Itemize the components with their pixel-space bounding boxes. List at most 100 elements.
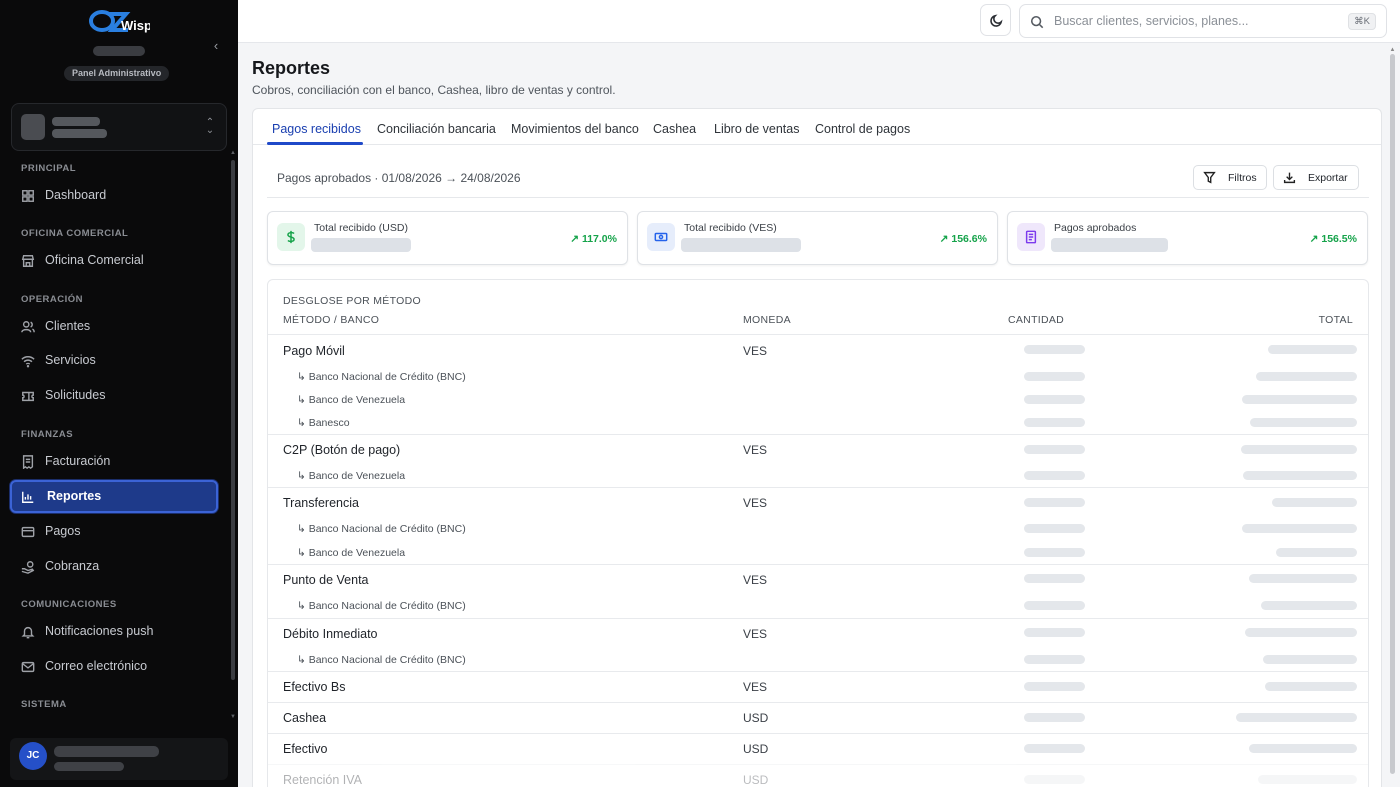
user-email-placeholder (54, 762, 124, 771)
bank-name: ↳ Banco Nacional de Crédito (BNC) (297, 523, 466, 535)
table-row[interactable]: Débito Inmediato VES ↳ Banco Nacional de… (268, 618, 1368, 671)
active-tab-indicator (267, 142, 363, 145)
sidebar-item-servicios[interactable]: Servicios (10, 344, 218, 377)
quantity-placeholder (1024, 682, 1085, 691)
collapse-sidebar-chevron-icon[interactable]: ‹ (208, 38, 224, 54)
grid-icon (21, 189, 35, 203)
brand-logo[interactable]: Wisp (88, 8, 150, 38)
bank-name: ↳ Banesco (297, 417, 350, 429)
quantity-placeholder (1024, 345, 1085, 354)
table-caption: DESGLOSE POR MÉTODO (283, 295, 421, 307)
main-scrollbar[interactable]: ▲ (1389, 47, 1396, 787)
sidebar-item-label: Solicitudes (45, 388, 106, 402)
search-input[interactable] (1054, 12, 1344, 30)
total-placeholder (1242, 524, 1357, 533)
quantity-placeholder (1024, 574, 1085, 583)
user-menu[interactable]: JC (10, 738, 228, 780)
quantity-placeholder (1024, 372, 1085, 381)
stat-label: Total recibido (VES) (684, 222, 777, 234)
stat-card-pagos-aprobados: Pagos aprobados ↗ 156.5% (1007, 211, 1368, 265)
keyboard-shortcut-badge: ⌘K (1348, 13, 1376, 30)
section-title-oficina-comercial: OFICINA COMERCIAL (21, 228, 129, 239)
table-row[interactable]: Punto de Venta VES ↳ Banco Nacional de C… (268, 564, 1368, 618)
stat-value-placeholder (1051, 238, 1168, 252)
table-row[interactable]: Efectivo Bs VES (268, 671, 1368, 702)
table-row[interactable]: Pago Móvil VES ↳ Banco Nacional de Crédi… (268, 334, 1368, 434)
stat-label: Pagos aprobados (1054, 222, 1137, 234)
sidebar-item-label: Cobranza (45, 559, 100, 573)
bank-name: ↳ Banco de Venezuela (297, 547, 406, 559)
bar-chart-icon (21, 490, 35, 504)
sidebar-item-label: Servicios (45, 353, 96, 367)
total-placeholder (1263, 655, 1357, 664)
quantity-placeholder (1024, 445, 1085, 454)
search-icon (1030, 15, 1044, 29)
ticket-icon (21, 389, 35, 403)
sidebar-item-notificaciones-push[interactable]: Notificaciones push (10, 615, 218, 648)
sidebar-item-clientes[interactable]: Clientes (10, 310, 218, 343)
stat-value-placeholder (311, 238, 411, 252)
tab-conciliacion-bancaria[interactable]: Conciliación bancaria (377, 122, 496, 136)
moon-icon (990, 14, 1003, 27)
sidebar-item-oficina-comercial[interactable]: Oficina Comercial (10, 244, 218, 277)
total-placeholder (1272, 498, 1357, 507)
users-icon (21, 320, 35, 334)
tab-pagos-recibidos[interactable]: Pagos recibidos (272, 122, 361, 136)
section-title-operacion: OPERACIÓN (21, 294, 84, 305)
brand-subtitle-placeholder (93, 46, 145, 56)
sidebar-item-label: Dashboard (45, 188, 107, 202)
column-header-currency: MONEDA (743, 314, 791, 326)
table-row[interactable]: C2P (Botón de pago) VES ↳ Banco de Venez… (268, 434, 1368, 487)
sidebar-scrollbar[interactable]: ▲ ▼ (230, 150, 236, 720)
currency: VES (743, 344, 768, 358)
table-row[interactable]: Retención IVA USD (268, 764, 1368, 787)
total-placeholder (1245, 628, 1357, 637)
tab-cashea[interactable]: Cashea (653, 122, 696, 136)
tab-libro-de-ventas[interactable]: Libro de ventas (714, 122, 799, 136)
table-row[interactable]: Efectivo USD (268, 733, 1368, 764)
credit-card-icon (21, 525, 35, 539)
currency: VES (743, 627, 768, 641)
table-row[interactable]: Cashea USD (268, 702, 1368, 733)
quantity-placeholder (1024, 498, 1085, 507)
stat-card-ves: Total recibido (VES) ↗ 156.6% (637, 211, 998, 265)
search-box[interactable]: ⌘K (1019, 4, 1387, 38)
avatar: JC (19, 742, 47, 770)
store-icon (21, 254, 35, 268)
total-placeholder (1276, 548, 1357, 557)
sidebar-item-dashboard[interactable]: Dashboard (10, 179, 218, 212)
filters-button-label: Filtros (1228, 172, 1257, 184)
tab-control-de-pagos[interactable]: Control de pagos (815, 122, 910, 136)
theme-toggle-button[interactable] (980, 4, 1011, 36)
sidebar-item-facturacion[interactable]: Facturación (10, 445, 218, 478)
page-subtitle: Cobros, conciliación con el banco, Cashe… (252, 83, 616, 97)
sidebar-item-label: Reportes (47, 489, 102, 503)
quantity-placeholder (1024, 418, 1085, 427)
currency: USD (743, 742, 769, 756)
sidebar-item-label: Facturación (45, 454, 111, 468)
sidebar-item-solicitudes[interactable]: Solicitudes (10, 379, 218, 412)
total-placeholder (1250, 418, 1357, 427)
hand-coins-icon (21, 560, 35, 574)
trend-up-badge: ↗ 117.0% (570, 233, 617, 245)
method-name: Pago Móvil (283, 344, 345, 358)
currency: VES (743, 680, 768, 694)
sidebar-item-cobranza[interactable]: Cobranza (10, 550, 218, 583)
total-placeholder (1249, 744, 1357, 753)
method-name: C2P (Botón de pago) (283, 443, 401, 457)
export-button[interactable]: Exportar (1273, 165, 1359, 190)
sidebar-item-correo-electronico[interactable]: Correo electrónico (10, 650, 218, 683)
sidebar-item-pagos[interactable]: Pagos (10, 515, 218, 548)
filters-button[interactable]: Filtros (1193, 165, 1267, 190)
organization-avatar (21, 114, 45, 140)
topbar: ⌘K (238, 0, 1400, 43)
quantity-placeholder (1024, 524, 1085, 533)
sidebar-item-reportes[interactable]: Reportes (10, 480, 218, 513)
tab-movimientos-del-banco[interactable]: Movimientos del banco (511, 122, 639, 136)
currency: USD (743, 773, 769, 787)
quantity-placeholder (1024, 395, 1085, 404)
sidebar-item-label: Clientes (45, 319, 91, 333)
sidebar-nav: PRINCIPAL Dashboard OFICINA COMERCIAL Of… (0, 158, 230, 718)
organization-switcher[interactable]: ⌃ ⌄ (11, 103, 227, 151)
table-row[interactable]: Transferencia VES ↳ Banco Nacional de Cr… (268, 487, 1368, 564)
